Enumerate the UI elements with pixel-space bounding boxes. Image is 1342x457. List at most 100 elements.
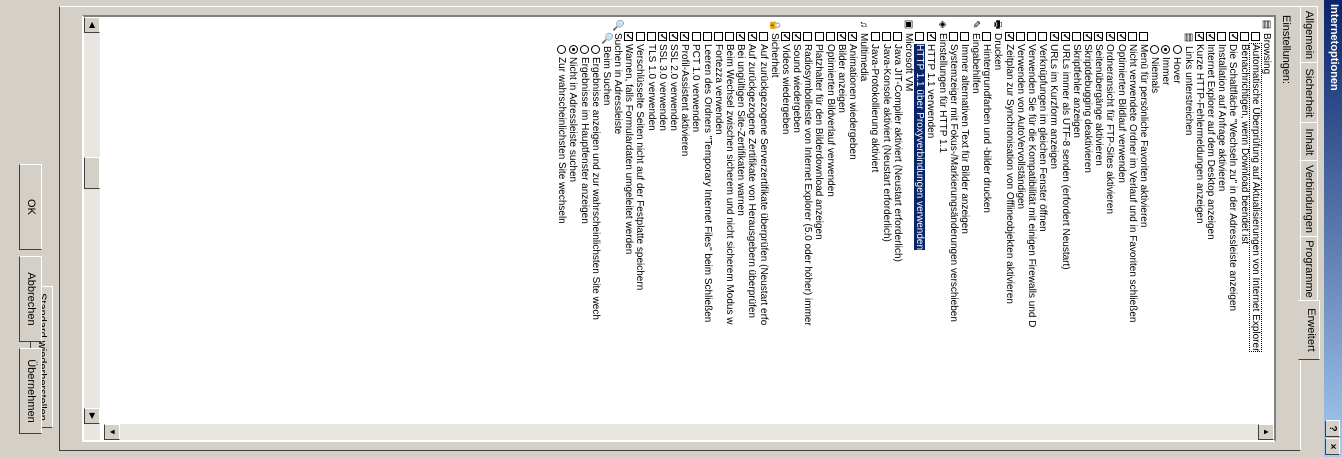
checkbox-icon[interactable] (680, 32, 690, 41)
settings-option[interactable]: Warnen, falls Formulardaten umgeleitet w… (623, 19, 634, 409)
settings-option[interactable]: Verknüpfungen im gleichen Fenster öffnen (1037, 19, 1048, 409)
settings-option[interactable]: Skriptfehler anzeigen (1071, 19, 1082, 409)
checkbox-icon[interactable] (870, 32, 880, 41)
settings-option[interactable]: HTTP 1.1 über Proxyverbindungen verwende… (914, 19, 926, 409)
checkbox-icon[interactable] (1060, 32, 1070, 41)
checkbox-icon[interactable] (1049, 32, 1059, 41)
settings-option[interactable]: Bilder anzeigen (836, 19, 847, 409)
checkbox-icon[interactable] (725, 32, 735, 41)
checkbox-icon[interactable] (1139, 32, 1149, 41)
radio-icon[interactable] (1150, 45, 1160, 54)
settings-option[interactable]: PCT 1.0 verwenden (690, 19, 701, 409)
checkbox-icon[interactable] (702, 32, 712, 41)
scroll-left-icon[interactable]: ◀ (84, 17, 100, 33)
checkbox-icon[interactable] (1127, 32, 1137, 41)
checkbox-icon[interactable] (635, 32, 645, 41)
settings-option[interactable]: URLs im Kurzform anzeigen (1048, 19, 1059, 409)
checkbox-icon[interactable] (1206, 32, 1216, 41)
scroll-down-icon[interactable]: ▼ (104, 424, 120, 440)
settings-option[interactable]: TLS 1.0 verwenden (646, 19, 657, 409)
settings-option[interactable]: Die Schaltfläche "Wechseln zu" in der Ad… (1227, 19, 1238, 409)
checkbox-icon[interactable] (624, 32, 634, 41)
settings-listbox[interactable]: ▤ Browsing Automatische Überprüfung auf Ak… (82, 15, 1276, 442)
settings-option[interactable]: HTTP 1.1 verwenden (925, 19, 936, 409)
settings-option[interactable]: Verschlüsselte Seiten nicht auf der Fest… (634, 19, 646, 409)
settings-option[interactable]: Immer (1160, 19, 1171, 409)
checkbox-icon[interactable] (1250, 32, 1260, 41)
checkbox-icon[interactable] (814, 32, 824, 41)
settings-option[interactable]: Ergebnisse im Hauptfenster anzeigen (578, 19, 590, 409)
checkbox-icon[interactable] (1016, 32, 1026, 41)
settings-option[interactable]: Skriptdebugging deaktivieren (1082, 19, 1093, 409)
settings-option[interactable]: Leeren des Ordners "Temporary Internet F… (701, 19, 713, 409)
checkbox-icon[interactable] (736, 32, 746, 41)
checkbox-icon[interactable] (837, 32, 847, 41)
ok-button[interactable]: OK (19, 164, 42, 250)
settings-option[interactable]: Radiosymbolleiste von Internet Explorer … (802, 19, 813, 409)
radio-icon[interactable] (1172, 45, 1182, 54)
settings-option[interactable]: Optimierten Bildlauf verwenden (1115, 19, 1127, 409)
checkbox-icon[interactable] (1083, 32, 1093, 41)
cancel-button[interactable]: Abbrechen (19, 256, 42, 342)
checkbox-icon[interactable] (881, 32, 891, 41)
settings-option[interactable]: Auf zurückgezogene Zertifikate von Herau… (746, 19, 757, 409)
checkbox-icon[interactable] (1239, 32, 1249, 41)
checkbox-icon[interactable] (926, 32, 936, 41)
settings-option[interactable]: Menü für persönliche Favoriten aktiviere… (1138, 19, 1149, 409)
scroll-up-icon[interactable]: ▲ (1258, 424, 1274, 440)
horizontal-scrollbar[interactable]: ◀ ▶ (84, 17, 100, 440)
settings-option[interactable]: Beim Wechsel zwischen sicherem und nicht… (724, 19, 735, 409)
scroll-right-icon[interactable]: ▶ (84, 408, 100, 424)
tab-verbindungen[interactable]: Verbindungen (1299, 160, 1318, 238)
settings-option[interactable]: Ergebnisse anzeigen und zur wahrscheinli… (590, 19, 601, 409)
settings-option[interactable]: Auf zurückgezogene Serverzertifikate übe… (757, 19, 769, 409)
checkbox-icon[interactable] (982, 32, 992, 41)
settings-option[interactable]: Benachrichtigen, wenn Download beendet i… (1238, 19, 1250, 409)
settings-option[interactable]: Nicht verwendete Ordner im Verlauf und i… (1127, 19, 1138, 409)
settings-option[interactable]: Ordneransicht für FTP-Sites aktivieren (1104, 19, 1115, 409)
settings-option[interactable]: Bei ungültigen Site-Zertifikaten warnen (735, 19, 746, 409)
checkbox-icon[interactable] (1094, 32, 1104, 41)
tab-programme[interactable]: Programme (1299, 236, 1318, 302)
radio-icon[interactable] (1161, 45, 1171, 54)
settings-option[interactable]: Java JIT-Compiler aktiviert (Neustart er… (892, 19, 903, 409)
close-button[interactable]: × (1325, 438, 1340, 455)
checkbox-icon[interactable] (960, 32, 970, 41)
tab-allgemein[interactable]: Allgemein (1299, 6, 1318, 64)
checkbox-icon[interactable] (781, 32, 791, 41)
checkbox-icon[interactable] (747, 32, 757, 41)
checkbox-icon[interactable] (1217, 32, 1227, 41)
help-button[interactable]: ? (1325, 420, 1340, 437)
checkbox-icon[interactable] (1038, 32, 1048, 41)
settings-option[interactable]: Animationen wiedergeben (847, 19, 858, 409)
checkbox-icon[interactable] (1195, 32, 1205, 41)
radio-icon[interactable] (557, 45, 567, 54)
settings-option[interactable]: Automatische Überprüfung auf Aktualisier… (1249, 16, 1261, 409)
checkbox-icon[interactable] (691, 32, 701, 41)
checkbox-icon[interactable] (1071, 32, 1081, 41)
settings-option[interactable]: Profil-Assistent aktivieren (679, 19, 690, 409)
settings-option[interactable]: Installation auf Anfrage aktivieren (1216, 19, 1227, 409)
checkbox-icon[interactable] (915, 32, 925, 41)
settings-option[interactable]: Hintergrundfarben und -bilder drucken (981, 19, 992, 409)
checkbox-icon[interactable] (825, 32, 835, 41)
checkbox-icon[interactable] (1027, 32, 1037, 41)
settings-option[interactable]: Verwenden von AutoVervollständigen (1015, 19, 1026, 409)
settings-option[interactable]: SSL 3.0 verwenden (657, 19, 668, 409)
checkbox-icon[interactable] (803, 32, 813, 41)
settings-option[interactable]: Zur wahrscheinlichsten Site wechseln (556, 19, 567, 409)
settings-option[interactable]: Verwenden Sie für die Kompatibilität mit… (1026, 19, 1037, 409)
apply-button[interactable]: Übernehmen (19, 348, 42, 434)
checkbox-icon[interactable] (1116, 32, 1126, 41)
checkbox-icon[interactable] (646, 32, 656, 41)
settings-option[interactable]: Platzhalter für den Bilderdownload anzei… (813, 19, 825, 409)
settings-option[interactable]: Optimierten Bildverlauf verwenden (825, 19, 836, 409)
settings-option[interactable]: Seitenübergänge aktivieren (1093, 19, 1104, 409)
checkbox-icon[interactable] (948, 32, 958, 41)
checkbox-icon[interactable] (713, 32, 723, 41)
settings-option[interactable]: Java-Protokollierung aktiviert (869, 19, 880, 409)
checkbox-icon[interactable] (669, 32, 679, 41)
tab-inhalt[interactable]: Inhalt (1299, 122, 1318, 162)
settings-option[interactable]: Sound wiedergeben (791, 19, 802, 409)
checkbox-icon[interactable] (758, 32, 768, 41)
